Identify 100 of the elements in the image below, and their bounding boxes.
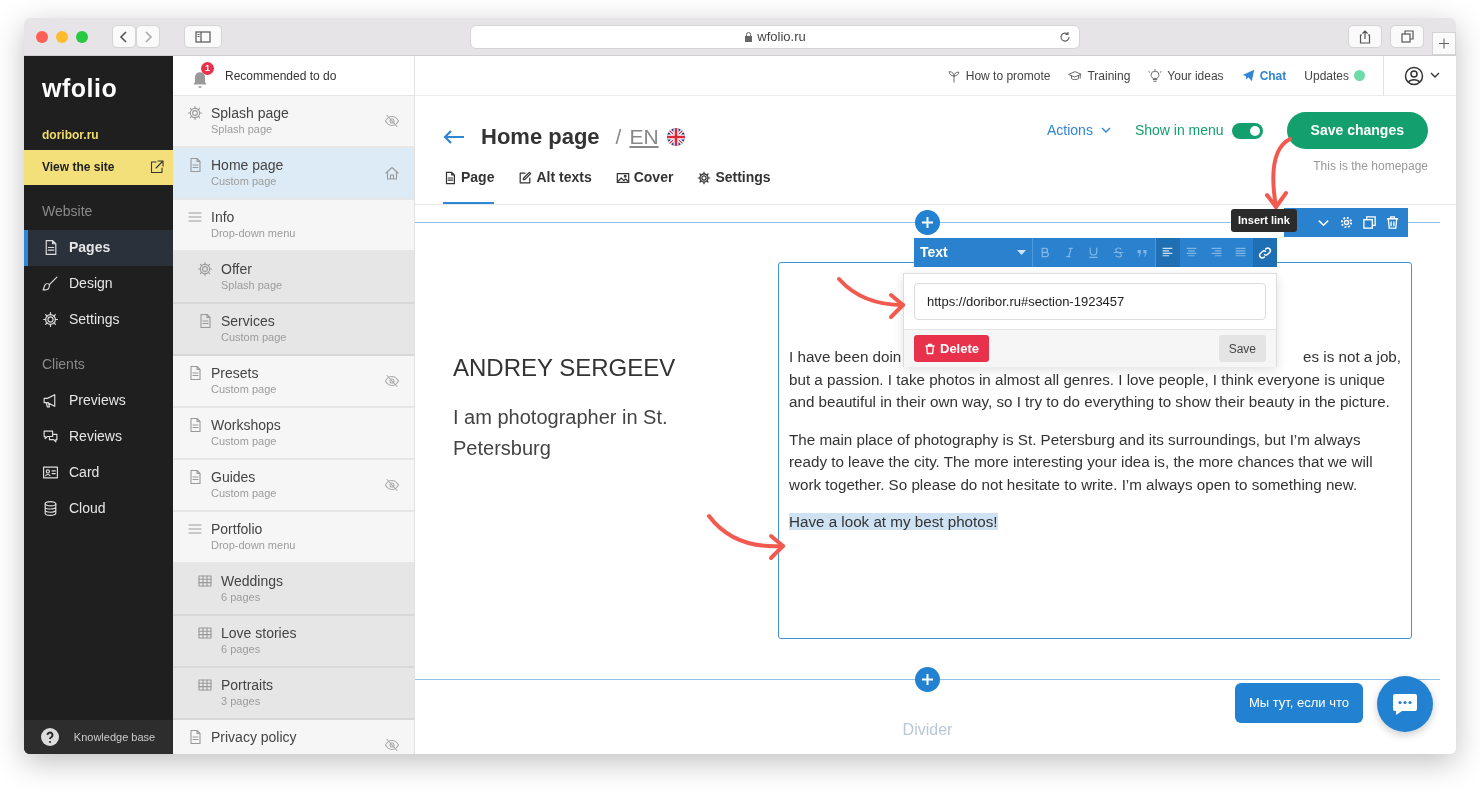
nav-item[interactable]: Card [24, 454, 173, 491]
page-type: Custom page [211, 382, 278, 396]
top-link[interactable]: How to promote [946, 66, 1051, 85]
nav-item[interactable]: Previews [24, 382, 173, 419]
logo-text: wfolio [41, 73, 119, 104]
page-title: Love stories [221, 625, 298, 642]
top-link[interactable]: Your ideas [1148, 66, 1224, 85]
align-left-button[interactable] [1155, 238, 1180, 267]
graduation-cap-icon [1068, 68, 1083, 83]
address-bar[interactable]: wfolio.ru [470, 24, 1080, 49]
page-type: Drop-down menu [211, 538, 297, 552]
site-name: doribor.ru [41, 126, 100, 144]
chevron-down-icon [1430, 72, 1440, 79]
nav-item[interactable]: Reviews [24, 418, 173, 455]
nav-item[interactable]: Design [24, 265, 173, 302]
chat-prompt-button[interactable]: Мы тут, если что [1234, 683, 1363, 723]
reload-icon[interactable] [1059, 30, 1071, 43]
paragraph-text: but a passion. I take photos in almost all genres. I love people, I think everyone is unique and beautiful in their own way, so I try to do everything to show their beauty in the picture. [789, 369, 1391, 412]
caret-icon [1016, 250, 1026, 255]
paragraph-text: The main place of photography is St. Petersburg and its surroundings, but I’m always ready to leave the city. The more interesting your idea is, the more chances that we will work together. So please do not hesitate to write. I’m always open to something new. [789, 429, 1374, 495]
page-item[interactable]: Presets Custom page [173, 356, 414, 408]
page-item[interactable]: Love stories 6 pages [173, 616, 414, 668]
top-link[interactable]: Training [1068, 66, 1131, 85]
nav-item[interactable]: Cloud [24, 490, 173, 527]
chevron-right-icon [143, 30, 153, 43]
page-title: Home page [481, 123, 600, 151]
add-block-button[interactable] [915, 210, 940, 235]
block-settings-button[interactable] [1339, 215, 1354, 230]
delete-link-button[interactable]: Delete [914, 335, 990, 362]
nav-item[interactable]: Pages [24, 229, 173, 266]
tab[interactable]: Page [443, 167, 495, 204]
settings-icon [1339, 215, 1354, 230]
recommended-link[interactable]: Recommended to do [225, 66, 337, 85]
view-site-link[interactable]: View the site [24, 149, 173, 185]
grid-icon [197, 573, 213, 589]
page-item[interactable]: Weddings 6 pages [173, 564, 414, 616]
homepage-note: This is the homepage [1313, 158, 1428, 175]
tab[interactable]: Alt texts [518, 167, 592, 204]
user-icon [1404, 65, 1424, 86]
page-item[interactable]: Home page Custom page [173, 148, 414, 200]
document-icon [187, 729, 203, 745]
insert-link-button[interactable] [1252, 238, 1278, 267]
page-title: Weddings [221, 573, 284, 590]
sidebar-toggle-button[interactable] [184, 25, 222, 48]
chat-button[interactable] [1377, 676, 1433, 732]
text-style-dropdown[interactable]: Text [914, 238, 1033, 267]
new-tab-button[interactable] [1432, 32, 1456, 55]
sprout-icon [946, 68, 961, 83]
language-link[interactable]: EN [629, 120, 659, 153]
forward-button[interactable] [136, 25, 160, 48]
url-text: wfolio.ru [757, 27, 806, 46]
back-arrow-icon [443, 129, 465, 146]
page-type: Custom page [211, 486, 278, 500]
page-title: Guides [211, 469, 257, 486]
menu-icon [187, 521, 203, 537]
save-link-button[interactable]: Save [1218, 335, 1266, 362]
tab[interactable]: Cover [615, 167, 674, 204]
gear-icon [697, 170, 712, 185]
page-item[interactable]: Workshops Custom page [173, 408, 414, 460]
paragraph-text: I have been doin [789, 347, 902, 367]
bell-icon [191, 70, 209, 89]
page-title: Info [211, 209, 236, 226]
tabs-button[interactable] [1390, 25, 1424, 48]
page-type: Splash page [211, 122, 274, 136]
duplicate-button[interactable] [1362, 215, 1377, 230]
page-type: Splash page [221, 278, 284, 292]
page-item[interactable]: Privacy policy [173, 720, 414, 754]
share-icon [1359, 29, 1371, 44]
tagline-text: I am photographer in St. Petersburg [453, 405, 669, 461]
zoom-window-button[interactable] [76, 30, 88, 43]
page-title: Offer [221, 261, 253, 278]
page-item[interactable]: Portraits 3 pages [173, 668, 414, 720]
top-link[interactable]: Updates [1304, 66, 1365, 85]
url-input-field[interactable]: https://doribor.ru#section-1923457 [914, 283, 1266, 320]
document-icon [443, 170, 457, 185]
page-title: Presets [211, 365, 260, 382]
section-heading: Clients [41, 354, 86, 374]
top-link[interactable]: Chat [1241, 66, 1287, 85]
share-button[interactable] [1348, 25, 1382, 48]
close-window-button[interactable] [36, 30, 48, 43]
knowledge-base-link[interactable]: Knowledge base [24, 720, 173, 754]
add-block-button[interactable] [915, 667, 940, 692]
page-item[interactable]: Services Custom page [173, 304, 414, 356]
back-button[interactable] [112, 25, 136, 48]
page-item[interactable]: Guides Custom page [173, 460, 414, 512]
page-item[interactable]: Offer Splash page [173, 252, 414, 304]
nav-item[interactable]: Settings [24, 301, 173, 338]
chevron-down-icon [1100, 127, 1111, 134]
slash-separator: / [615, 123, 622, 150]
tab[interactable]: Settings [697, 167, 771, 204]
id-card-icon [42, 464, 59, 481]
document-icon [197, 313, 213, 329]
toggle-switch[interactable] [1231, 122, 1263, 139]
document-icon [187, 365, 203, 381]
delete-block-button[interactable] [1385, 215, 1400, 230]
plus-icon [922, 217, 933, 228]
actions-dropdown[interactable]: Actions [1046, 120, 1111, 141]
lightbulb-icon [1148, 68, 1163, 83]
notifications-button[interactable]: 1 [191, 62, 215, 89]
page-type: 6 pages [221, 642, 262, 656]
